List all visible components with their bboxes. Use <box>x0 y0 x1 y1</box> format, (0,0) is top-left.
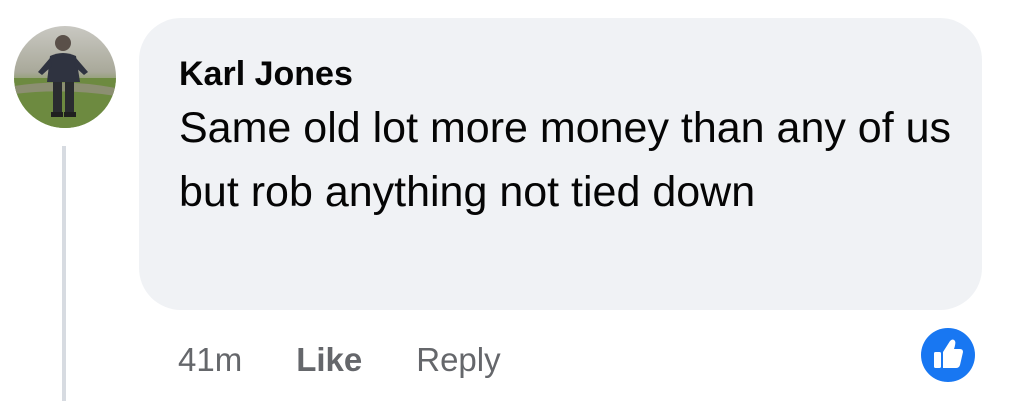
thread-line <box>62 146 66 401</box>
like-reaction-icon[interactable] <box>919 326 977 384</box>
comment-actions: 41m Like Reply <box>178 340 501 380</box>
comment-text: Same old lot more money than any of us b… <box>179 104 952 216</box>
comment-bubble: Karl Jones Same old lot more money than … <box>139 18 982 310</box>
avatar[interactable] <box>14 26 116 128</box>
comment: Karl Jones Same old lot more money than … <box>0 0 1024 401</box>
comment-timestamp[interactable]: 41m <box>178 340 242 380</box>
like-button[interactable]: Like <box>296 340 362 380</box>
reply-button[interactable]: Reply <box>416 340 500 380</box>
comment-author[interactable]: Karl Jones <box>179 54 942 94</box>
